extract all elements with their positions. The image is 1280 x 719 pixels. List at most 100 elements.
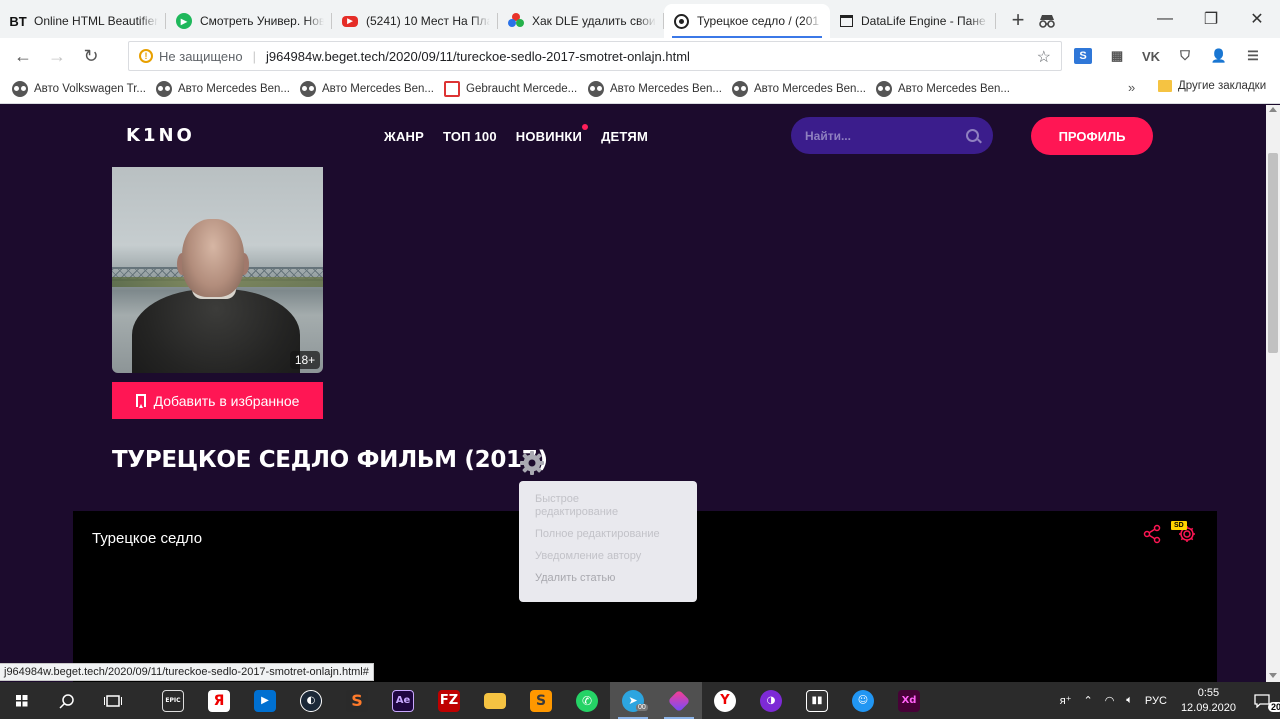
language-indicator[interactable]: РУС xyxy=(1145,695,1167,707)
delete-article-menu-item[interactable]: Удалить статью xyxy=(535,572,665,585)
other-bookmarks[interactable]: Другие закладки xyxy=(1158,80,1266,92)
action-center-button[interactable]: 20 xyxy=(1244,682,1280,719)
full-edit-menu-item[interactable]: Полное редактирование xyxy=(535,528,665,541)
extension-s-icon[interactable]: S xyxy=(1074,48,1092,64)
bookmark-item[interactable]: Авто Mercedes Ben... xyxy=(876,80,1020,97)
taskbar-whatsapp[interactable]: ✆ xyxy=(564,682,610,719)
search-icon[interactable] xyxy=(966,129,979,142)
tab-youtube[interactable]: ▶ (5241) 10 Мест На Пла xyxy=(332,4,498,38)
bookmark-item[interactable]: Авто Mercedes Ben... xyxy=(300,80,444,97)
tab-title: Смотреть Универ. Нов xyxy=(200,14,324,28)
notification-count: 20 xyxy=(1268,702,1280,712)
back-arrow-icon[interactable]: ← xyxy=(6,41,40,71)
vk-icon[interactable]: VK xyxy=(1138,46,1164,66)
taskbar-audio-app[interactable]: ▮▮ xyxy=(794,682,840,719)
scroll-up-arrow-icon[interactable] xyxy=(1269,107,1277,112)
dle-favicon-icon xyxy=(508,13,524,29)
nav-genre[interactable]: ЖАНР xyxy=(384,129,424,144)
menu-icon[interactable]: ☰ xyxy=(1240,46,1266,66)
taskbar-epic-games[interactable]: EPIC xyxy=(150,682,196,719)
taskbar-app-gem[interactable] xyxy=(656,682,702,719)
tor-icon: ◑ xyxy=(760,689,782,712)
taskbar-yandex-browser[interactable]: Y xyxy=(702,682,748,719)
bookmark-star-icon[interactable]: ☆ xyxy=(1037,47,1051,67)
tab-online-html-beautifier[interactable]: BT Online HTML Beautifier xyxy=(0,4,166,38)
bookmark-icon xyxy=(135,394,146,408)
bookmarks-bar: Авто Volkswagen Tr... Авто Mercedes Ben.… xyxy=(0,74,1280,104)
taskbar-playstation[interactable]: ▶ xyxy=(242,682,288,719)
tab-tureckoe-sedlo[interactable]: Турецкое седло / (201 xyxy=(664,4,830,38)
taskbar-after-effects[interactable]: Ae xyxy=(380,682,426,719)
taskbar-yandex[interactable]: Я xyxy=(196,682,242,719)
movie-poster[interactable]: 18+ xyxy=(112,167,323,373)
windows-taskbar: EPIC Я ▶ ◐ S Ae FZ S ✆ ➤ 00 Y ◑ ▮▮ ☺ Xd … xyxy=(0,682,1280,719)
taskbar-file-explorer[interactable] xyxy=(472,682,518,719)
forward-arrow-icon[interactable]: → xyxy=(40,41,74,71)
incognito-icon[interactable] xyxy=(1036,10,1058,32)
clock[interactable]: 0:55 12.09.2020 xyxy=(1181,686,1236,716)
account-icon[interactable]: 👤 xyxy=(1206,46,1232,66)
folder-icon xyxy=(484,692,506,709)
movie-title: ТУРЕЦКОЕ СЕДЛО ФИЛЬМ (2017) xyxy=(112,447,548,473)
owl-icon xyxy=(12,80,28,97)
scroll-thumb[interactable] xyxy=(1268,153,1278,353)
owl-icon xyxy=(588,80,604,97)
owl-icon xyxy=(156,80,172,97)
taskbar-adobe-xd[interactable]: Xd xyxy=(886,682,932,719)
taskbar-telegram[interactable]: ➤ 00 xyxy=(610,682,656,719)
address-bar[interactable]: ! Не защищено | j964984w.beget.tech/2020… xyxy=(128,41,1062,71)
reading-list-icon[interactable]: ▦ xyxy=(1104,46,1130,66)
search-box xyxy=(791,117,993,154)
epic-games-icon: EPIC xyxy=(162,689,184,712)
tray-expand-icon[interactable]: ⌃ xyxy=(1083,694,1092,707)
tab-datalife-engine[interactable]: DataLife Engine - Пане xyxy=(830,4,996,38)
add-to-favorites-button[interactable]: Добавить в избранное xyxy=(112,382,323,419)
share-icon[interactable] xyxy=(1143,524,1161,544)
bookmark-item[interactable]: Gebraucht Mercede... xyxy=(444,80,588,97)
minimize-icon[interactable]: — xyxy=(1142,0,1188,38)
taskbar-steam[interactable]: ◐ xyxy=(288,682,334,719)
bookmark-item[interactable]: Авто Mercedes Ben... xyxy=(156,80,300,97)
tab-dle-hack[interactable]: Хак DLE удалить свои xyxy=(498,4,664,38)
search-input[interactable] xyxy=(805,128,966,143)
people-icon[interactable]: ᴙ⁺ xyxy=(1060,694,1072,707)
taskbar-tor[interactable]: ◑ xyxy=(748,682,794,719)
taskbar-task-view[interactable] xyxy=(90,682,136,719)
reload-icon[interactable]: ↻ xyxy=(74,41,108,71)
bookmark-item[interactable]: Авто Volkswagen Tr... xyxy=(12,80,156,97)
nav-top-100[interactable]: ТОП 100 xyxy=(443,129,497,144)
new-tab-button[interactable]: + xyxy=(1004,6,1032,34)
tab-title: Хак DLE удалить свои xyxy=(532,14,656,28)
after-effects-icon: Ae xyxy=(392,689,414,712)
page-scrollbar[interactable] xyxy=(1266,105,1280,682)
start-button[interactable] xyxy=(0,682,44,719)
gear-icon[interactable] xyxy=(519,450,545,476)
close-icon[interactable]: ✕ xyxy=(1234,0,1280,38)
adobe-xd-icon: Xd xyxy=(898,689,920,712)
wifi-icon[interactable]: ◠ xyxy=(1105,694,1115,707)
profile-button[interactable]: ПРОФИЛЬ xyxy=(1031,117,1153,155)
taskbar-ai-app[interactable]: ☺ xyxy=(840,682,886,719)
scroll-down-arrow-icon[interactable] xyxy=(1269,673,1277,678)
url-separator: | xyxy=(252,48,256,64)
taskbar-search[interactable] xyxy=(44,682,90,719)
restore-icon[interactable]: ❐ xyxy=(1188,0,1234,38)
taskbar-sublime-text[interactable]: S xyxy=(518,682,564,719)
page-content: K1NO ЖАНР ТОП 100 НОВИНКИ ДЕТЯМ ПРОФИЛЬ … xyxy=(0,105,1266,682)
warning-icon[interactable]: ! xyxy=(139,49,153,63)
shield-icon[interactable]: ⛉ xyxy=(1172,46,1198,66)
volume-icon[interactable]: 🔈︎ xyxy=(1126,694,1133,707)
quick-edit-menu-item[interactable]: Быстрое редактирование xyxy=(535,493,665,519)
nav-kids[interactable]: ДЕТЯМ xyxy=(601,129,648,144)
bookmarks-overflow-button[interactable]: » xyxy=(1128,80,1135,95)
url-text[interactable]: j964984w.beget.tech/2020/09/11/tureckoe-… xyxy=(266,49,690,64)
security-label[interactable]: Не защищено xyxy=(159,49,243,64)
tab-univer[interactable]: ▶ Смотреть Универ. Нов xyxy=(166,4,332,38)
taskbar-filezilla[interactable]: FZ xyxy=(426,682,472,719)
site-logo[interactable]: K1NO xyxy=(126,125,195,146)
notify-author-menu-item[interactable]: Уведомление автору xyxy=(535,550,665,563)
nav-new[interactable]: НОВИНКИ xyxy=(516,124,589,144)
bookmark-item[interactable]: Авто Mercedes Ben... xyxy=(732,80,876,97)
bookmark-item[interactable]: Авто Mercedes Ben... xyxy=(588,80,732,97)
taskbar-sublime-s[interactable]: S xyxy=(334,682,380,719)
